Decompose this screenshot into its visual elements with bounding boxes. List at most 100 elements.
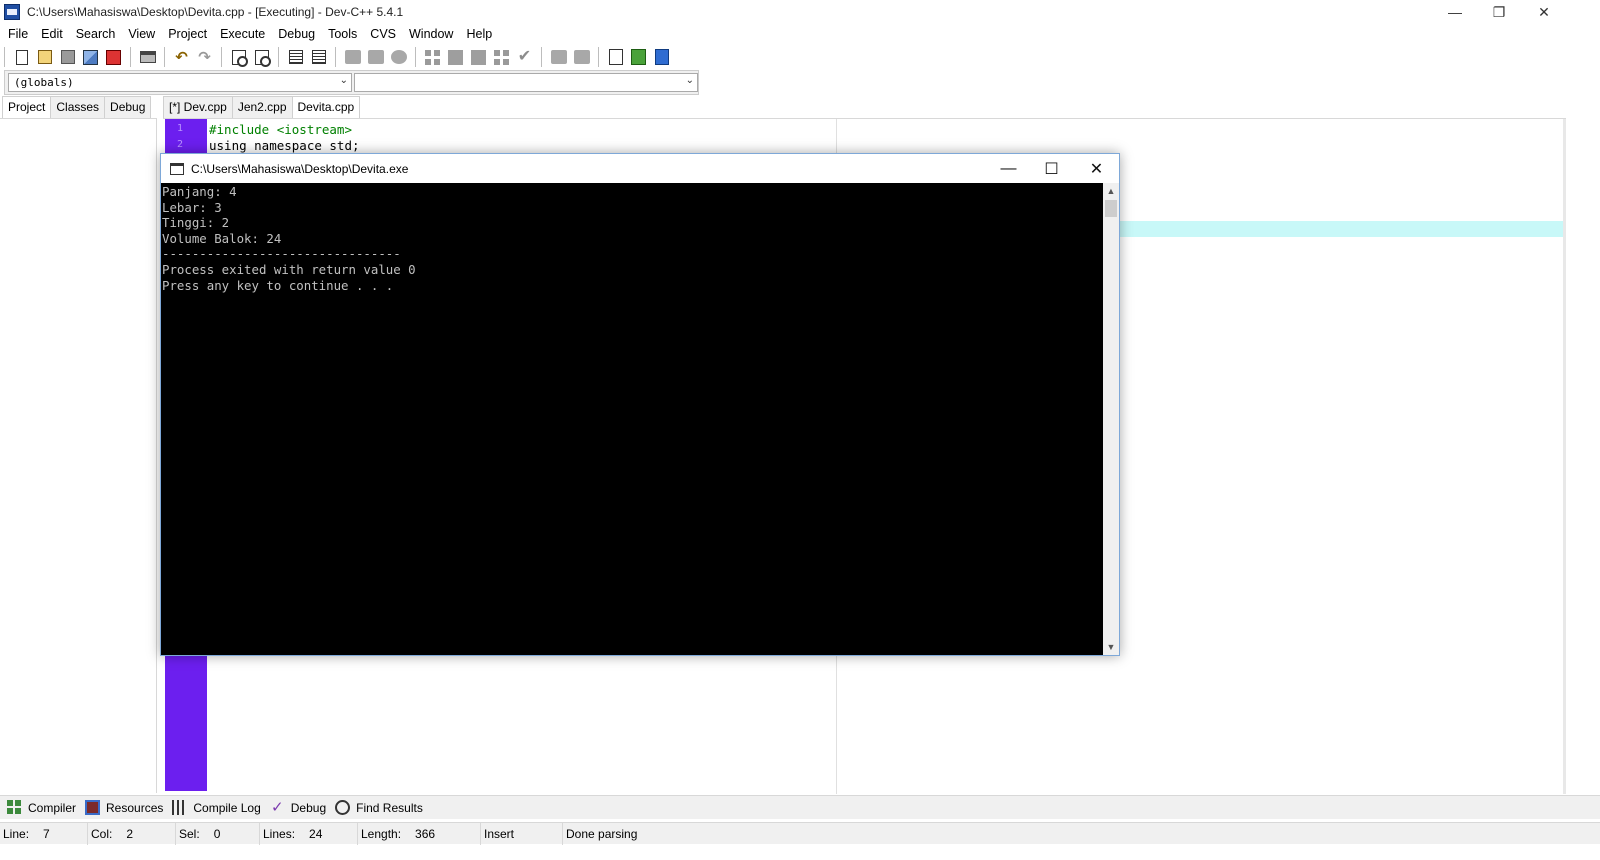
status-col-label: Col: xyxy=(91,826,113,841)
scroll-down-icon[interactable]: ▼ xyxy=(1103,640,1119,654)
indent-button[interactable] xyxy=(343,47,363,67)
menu-file[interactable]: File xyxy=(3,27,33,41)
code-line[interactable]: #include <iostream> xyxy=(209,122,352,137)
console-line: Process exited with return value 0 xyxy=(162,261,416,277)
open-folder-icon xyxy=(37,50,52,64)
console-line: Volume Balok: 24 xyxy=(162,230,282,246)
console-maximize-button[interactable]: ☐ xyxy=(1029,154,1074,183)
status-length-label: Length: xyxy=(361,826,402,841)
menu-debug[interactable]: Debug xyxy=(273,27,320,41)
profile-icon xyxy=(573,50,590,64)
menu-cvs[interactable]: CVS xyxy=(365,27,401,41)
rebuild-button[interactable] xyxy=(492,47,512,67)
menu-help[interactable]: Help xyxy=(461,27,497,41)
replace-icon xyxy=(254,49,271,67)
member-select[interactable]: ⌄ xyxy=(354,73,698,92)
profile-button[interactable] xyxy=(572,47,592,67)
toolbar-separator xyxy=(164,47,165,67)
console-minimize-button[interactable]: — xyxy=(986,154,1031,183)
console-line: Panjang: 4 xyxy=(162,184,237,199)
tab-classes[interactable]: Classes xyxy=(50,96,106,118)
toggle-comment-button[interactable] xyxy=(389,47,409,67)
open-file-button[interactable] xyxy=(35,47,55,67)
tab-dev-cpp[interactable]: [*] Dev.cpp xyxy=(163,96,233,118)
menu-tools[interactable]: Tools xyxy=(323,27,362,41)
scroll-thumb[interactable] xyxy=(1105,200,1117,217)
find-results-icon xyxy=(335,800,351,815)
save-all-button[interactable] xyxy=(81,47,101,67)
tab-jen2-cpp[interactable]: Jen2.cpp xyxy=(231,96,293,118)
comment-icon xyxy=(390,50,407,64)
close-file-button[interactable] xyxy=(104,47,124,67)
tab-resources-label: Resources xyxy=(106,800,164,815)
toggle-bookmark-button[interactable] xyxy=(309,47,329,67)
tab-compiler[interactable]: Compiler xyxy=(4,797,82,819)
restore-button[interactable]: ❐ xyxy=(1476,0,1522,24)
console-title-bar[interactable]: C:\Users\Mahasiswa\Desktop\Devita.exe — … xyxy=(161,154,1119,183)
menu-project[interactable]: Project xyxy=(163,27,212,41)
status-bar: Line: 7 Col: 2 Sel: 0 Lines: 24 Length: … xyxy=(0,822,1600,845)
devcpp-app-icon[interactable] xyxy=(4,4,20,20)
save-icon xyxy=(60,50,75,64)
tab-devita-cpp[interactable]: Devita.cpp xyxy=(291,96,361,119)
replace-button[interactable] xyxy=(252,47,272,67)
status-line-value: 7 xyxy=(43,826,50,841)
tab-debug[interactable]: Debug xyxy=(104,96,152,118)
code-line[interactable]: using namespace std; xyxy=(209,138,360,153)
compile-run-icon xyxy=(471,49,486,65)
menu-edit[interactable]: Edit xyxy=(36,27,68,41)
status-lines-label: Lines: xyxy=(263,826,296,841)
print-button[interactable] xyxy=(138,47,158,67)
window-title: C:\Users\Mahasiswa\Desktop\Devita.cpp - … xyxy=(27,5,404,19)
new-project-icon xyxy=(608,49,623,65)
syntax-check-button[interactable]: ✔ xyxy=(515,47,535,67)
console-output[interactable]: Panjang: 4 Lebar: 3 Tinggi: 2 Volume Bal… xyxy=(161,183,1103,655)
debug-button[interactable] xyxy=(549,47,569,67)
debug-icon xyxy=(550,50,567,64)
console-window[interactable]: C:\Users\Mahasiswa\Desktop\Devita.exe — … xyxy=(160,153,1120,656)
project-options-button[interactable] xyxy=(652,47,672,67)
find-button[interactable] xyxy=(229,47,249,67)
compile-run-button[interactable] xyxy=(469,47,489,67)
toolbar-separator xyxy=(541,47,542,67)
menu-execute[interactable]: Execute xyxy=(215,27,270,41)
status-sel-value: 0 xyxy=(213,826,221,841)
close-button[interactable]: ✕ xyxy=(1521,0,1567,24)
console-scrollbar[interactable]: ▲ ▼ xyxy=(1103,183,1119,655)
console-icon xyxy=(170,162,184,175)
menu-window[interactable]: Window xyxy=(404,27,458,41)
redo-button[interactable]: ↷ xyxy=(195,47,215,67)
console-close-button[interactable]: ✕ xyxy=(1074,154,1119,183)
menu-view[interactable]: View xyxy=(123,27,160,41)
run-button[interactable] xyxy=(446,47,466,67)
scope-select[interactable]: (globals) ⌄ xyxy=(8,73,352,92)
minimize-button[interactable]: — xyxy=(1432,0,1478,24)
debug-icon: ✓ xyxy=(270,799,284,816)
new-file-button[interactable] xyxy=(12,47,32,67)
class-browser-bar: (globals) ⌄ ⌄ xyxy=(4,70,699,95)
devcpp-window: C:\Users\Mahasiswa\Desktop\Devita.cpp - … xyxy=(0,0,1600,860)
tab-compiler-label: Compiler xyxy=(28,800,77,815)
toolbar-separator xyxy=(415,47,416,67)
project-tree-panel[interactable] xyxy=(0,118,157,793)
unindent-button[interactable] xyxy=(366,47,386,67)
add-to-project-icon xyxy=(631,49,646,65)
editor-scrollbar[interactable] xyxy=(1563,119,1566,794)
undo-button[interactable]: ↶ xyxy=(172,47,192,67)
console-line: Press any key to continue . . . xyxy=(162,277,394,293)
tab-find-results[interactable]: Find Results xyxy=(332,797,429,819)
menu-search[interactable]: Search xyxy=(71,27,121,41)
goto-line-button[interactable] xyxy=(286,47,306,67)
compile-button[interactable] xyxy=(423,47,443,67)
save-button[interactable] xyxy=(58,47,78,67)
tab-project[interactable]: Project xyxy=(2,96,52,119)
toolbar-separator xyxy=(221,47,222,67)
tab-resources[interactable]: Resources xyxy=(82,797,169,819)
new-project-button[interactable] xyxy=(606,47,626,67)
scroll-up-icon[interactable]: ▲ xyxy=(1103,184,1119,198)
goto-line-icon xyxy=(288,50,303,64)
project-options-icon xyxy=(654,49,669,65)
tab-compile-log[interactable]: Compile Log xyxy=(169,797,266,819)
add-to-project-button[interactable] xyxy=(629,47,649,67)
tab-debug-output[interactable]: ✓ Debug xyxy=(267,797,332,819)
